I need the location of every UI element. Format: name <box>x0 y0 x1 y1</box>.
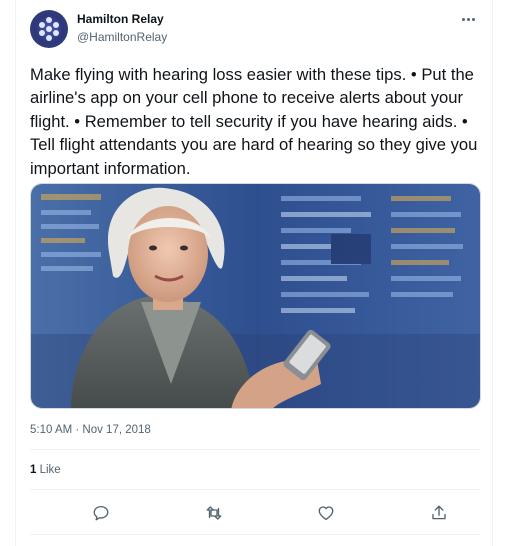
action-bar <box>30 500 480 526</box>
tweet-text: Make flying with hearing loss easier wit… <box>30 65 478 178</box>
divider <box>30 534 480 535</box>
avatar-logo <box>34 14 64 44</box>
share-icon[interactable] <box>426 500 452 526</box>
tweet-header: Hamilton Relay @HamiltonRelay <box>30 10 480 50</box>
retweet-icon[interactable] <box>201 500 227 526</box>
like-icon[interactable] <box>313 500 339 526</box>
tweet-image[interactable] <box>30 183 481 409</box>
more-icon[interactable] <box>456 10 480 28</box>
divider <box>30 449 480 450</box>
avatar[interactable] <box>30 10 68 48</box>
likes-stat[interactable]: 1 Like <box>30 464 61 476</box>
handle[interactable]: @HamiltonRelay <box>77 29 167 45</box>
author-info: Hamilton Relay @HamiltonRelay <box>77 11 167 45</box>
divider <box>30 489 480 490</box>
tweet-photo <box>31 184 480 408</box>
tweet-timestamp[interactable]: 5:10 AM · Nov 17, 2018 <box>30 424 151 436</box>
likes-count: 1 <box>30 464 37 476</box>
display-name[interactable]: Hamilton Relay <box>77 11 167 27</box>
tweet-card: Hamilton Relay @HamiltonRelay Make flyin… <box>15 0 493 546</box>
reply-icon[interactable] <box>88 500 114 526</box>
likes-label: Like <box>39 464 61 476</box>
